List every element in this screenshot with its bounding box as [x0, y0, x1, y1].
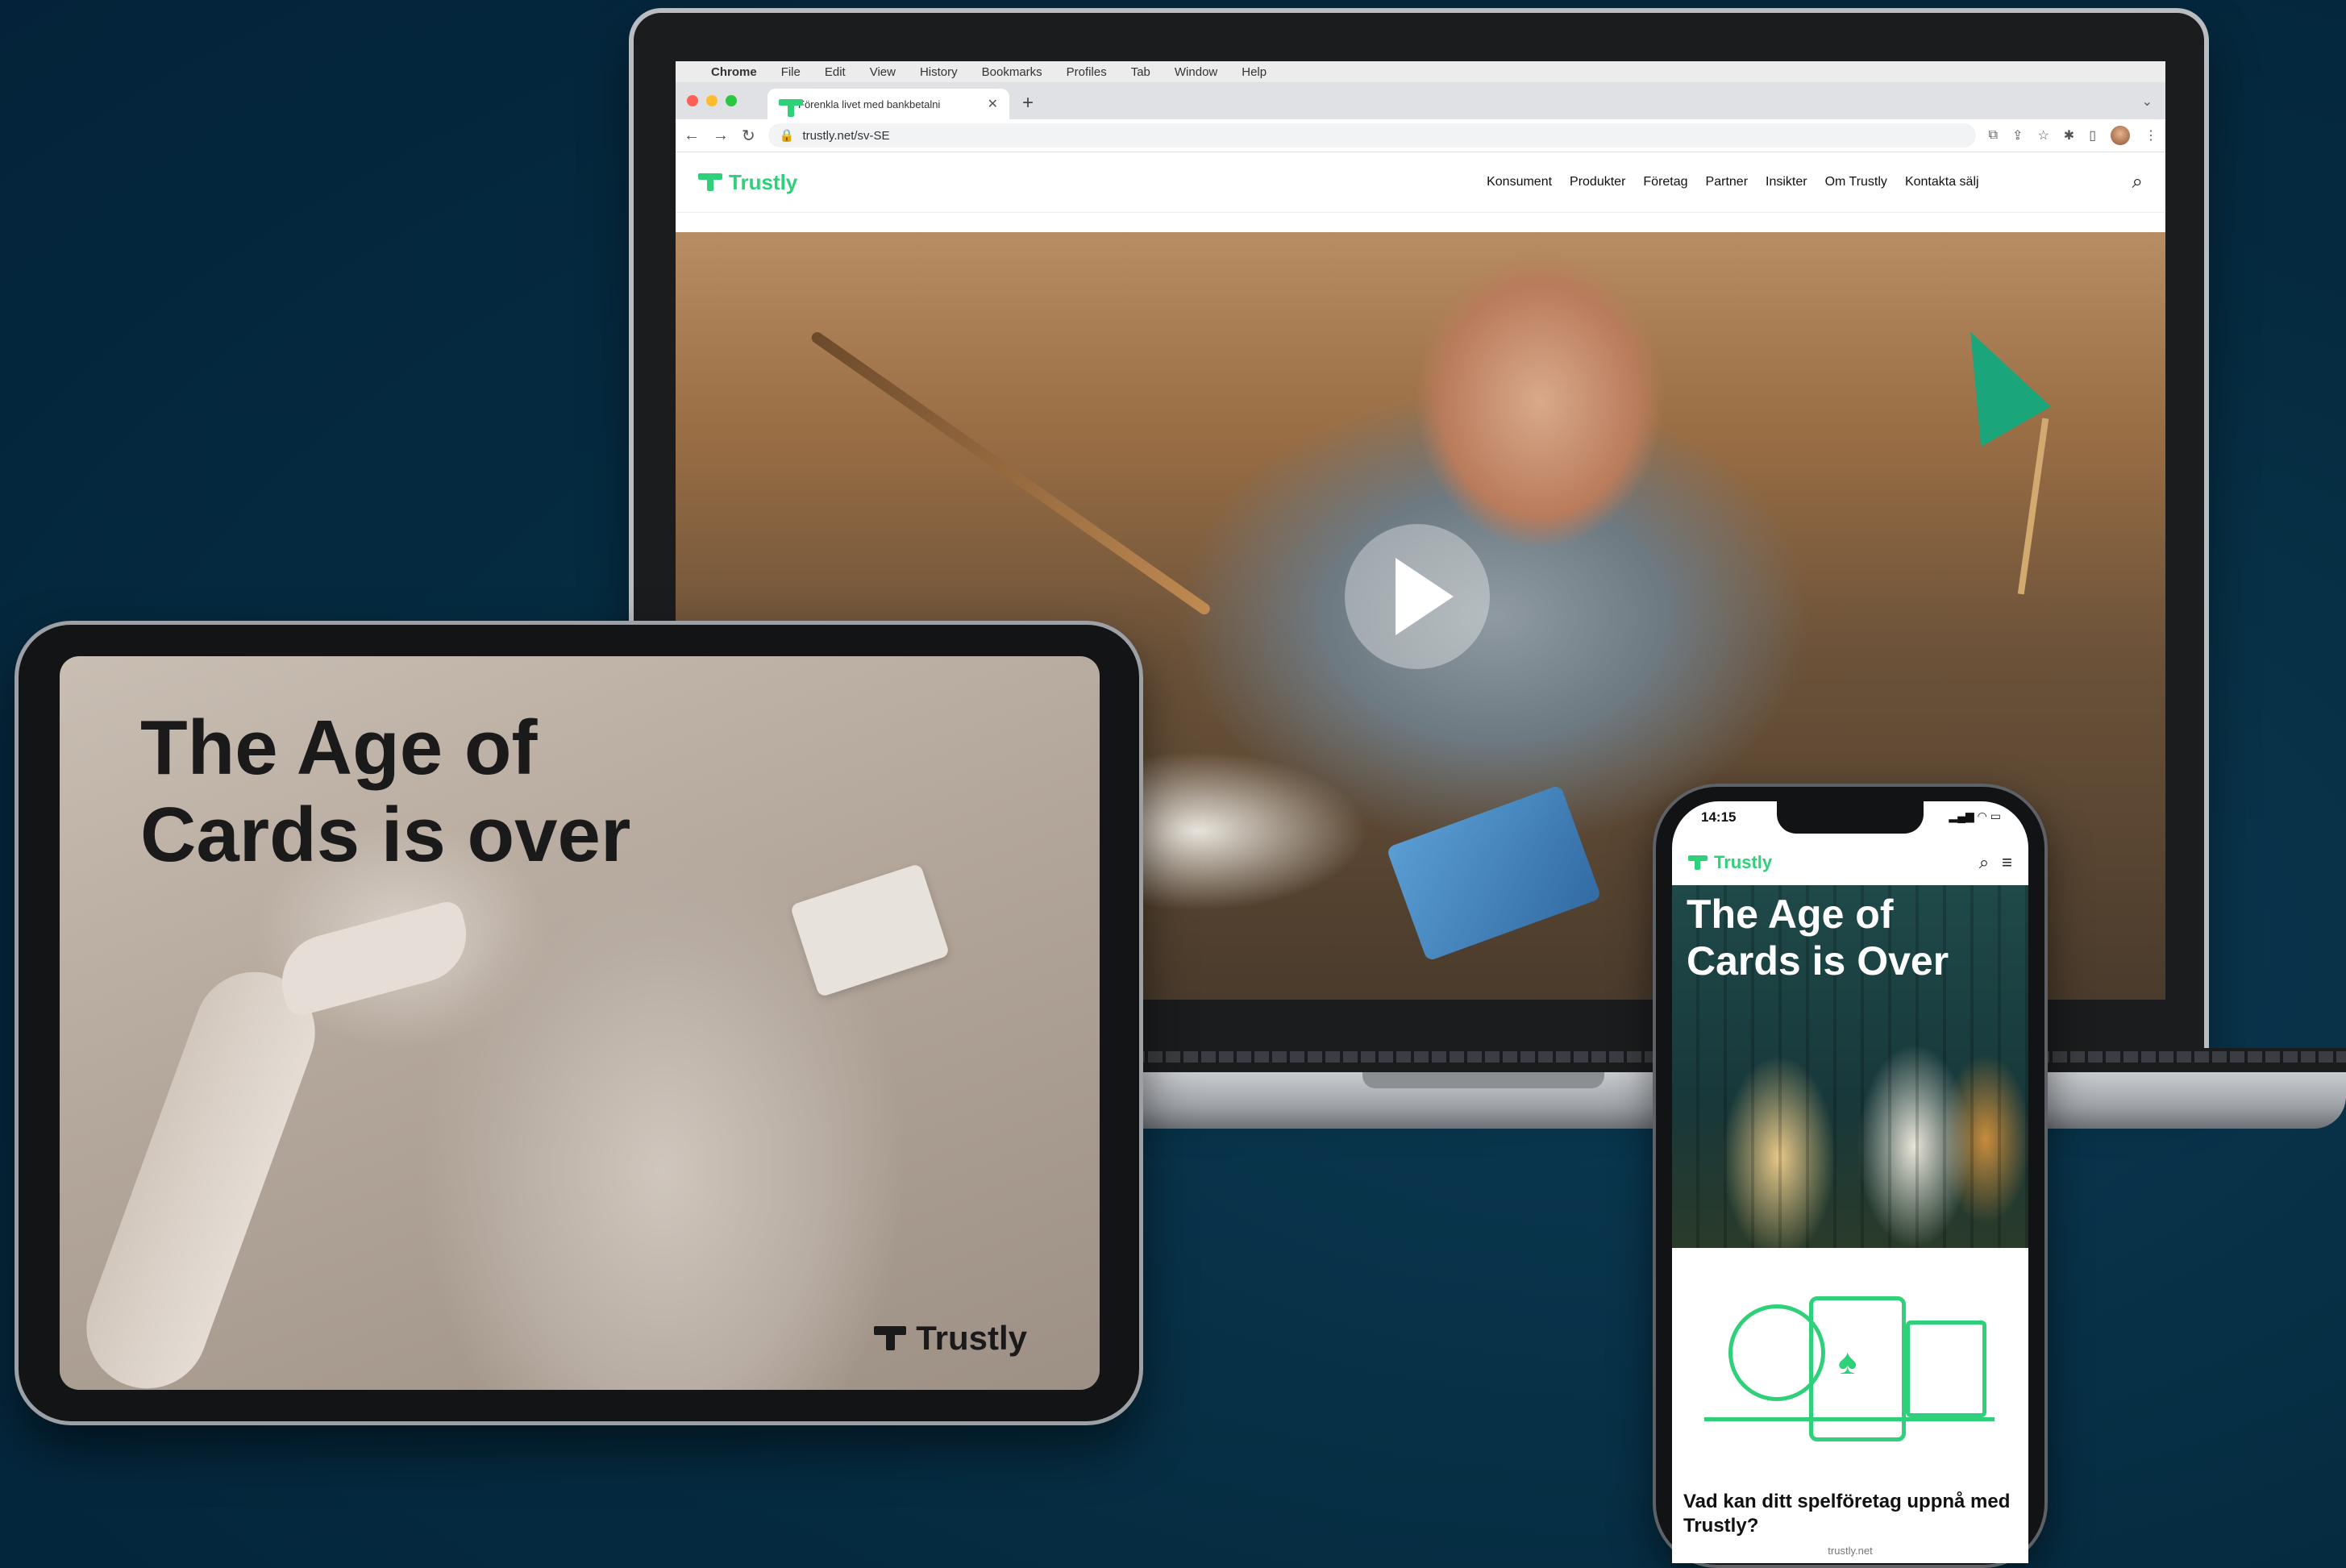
- tab-close-icon[interactable]: ✕: [988, 96, 998, 112]
- menu-view[interactable]: View: [870, 65, 896, 79]
- nav-foretag[interactable]: Företag: [1643, 175, 1687, 189]
- tablet-logo: Trustly: [874, 1319, 1027, 1358]
- phone-device: 14:15 ▂▄▆ ◠ ▭ Trustly ⌕ ≡ The Age of Car…: [1653, 784, 2048, 1568]
- lock-icon: 🔒: [779, 129, 795, 143]
- menu-history[interactable]: History: [920, 65, 958, 79]
- trustly-logo-icon: [698, 173, 722, 191]
- menu-profiles[interactable]: Profiles: [1067, 65, 1107, 79]
- share-icon[interactable]: ⇪: [2012, 127, 2023, 143]
- search-icon[interactable]: ⌕: [1979, 852, 1989, 873]
- nav-produkter[interactable]: Produkter: [1570, 175, 1625, 189]
- menu-help[interactable]: Help: [1242, 65, 1267, 79]
- tablet-logo-text: Trustly: [916, 1319, 1027, 1357]
- phone-url-bar: trustly.net: [1828, 1545, 1873, 1557]
- back-arrow-icon[interactable]: ←: [684, 127, 700, 145]
- trustly-logo-icon: [1688, 855, 1708, 870]
- phone-gaming-illustration: ♠: [1672, 1248, 2028, 1490]
- menu-edit[interactable]: Edit: [825, 65, 846, 79]
- phone-screen: 14:15 ▂▄▆ ◠ ▭ Trustly ⌕ ≡ The Age of Car…: [1672, 801, 2028, 1563]
- address-bar-row: ← → ↻ 🔒 trustly.net/sv-SE ⧉ ⇪ ☆ ✱ ▯ ⋮: [676, 119, 2165, 152]
- tab-title: Förenkla livet med bankbetalni: [798, 98, 941, 110]
- phone-logo-text: Trustly: [1714, 852, 1773, 872]
- forward-arrow-icon[interactable]: →: [713, 127, 729, 145]
- tablet-device: The Age of Cards is over Trustly: [15, 621, 1143, 1425]
- phone-status-icons: ▂▄▆ ◠ ▭: [1949, 809, 2001, 822]
- hero-brush-image: [809, 330, 1213, 617]
- phone-hero-banner[interactable]: The Age of Cards is Over: [1672, 885, 2028, 1248]
- browser-tab[interactable]: Förenkla livet med bankbetalni ✕: [767, 89, 1009, 119]
- phone-clock: 14:15: [1701, 809, 1737, 825]
- minimize-window-button[interactable]: [706, 95, 718, 106]
- window-controls: [687, 95, 737, 106]
- url-field[interactable]: 🔒 trustly.net/sv-SE: [767, 123, 1976, 148]
- illustration-machine-shape: [1906, 1321, 1986, 1417]
- illustration-baseline: [1704, 1417, 1995, 1421]
- maximize-window-button[interactable]: [726, 95, 737, 106]
- mac-menu-bar: Chrome File Edit View History Bookmarks …: [676, 61, 2165, 82]
- tablet-headline-line1: The Age of: [140, 705, 538, 791]
- url-text: trustly.net/sv-SE: [802, 128, 890, 143]
- menu-file[interactable]: File: [781, 65, 801, 79]
- tablet-headline-line2: Cards is over: [140, 791, 631, 878]
- nav-partner[interactable]: Partner: [1706, 175, 1748, 189]
- phone-article-title[interactable]: Vad kan ditt spelföretag uppnå med Trust…: [1683, 1490, 2022, 1538]
- site-header: Trustly Konsument Produkter Företag Part…: [676, 152, 2165, 213]
- phone-headline-line1: The Age of: [1687, 892, 1894, 937]
- nav-om-trustly[interactable]: Om Trustly: [1825, 175, 1887, 189]
- phone-headline-line2: Cards is Over: [1687, 938, 1949, 984]
- phone-headline: The Age of Cards is Over: [1687, 892, 1949, 984]
- menu-bookmarks[interactable]: Bookmarks: [982, 65, 1042, 79]
- menu-window[interactable]: Window: [1175, 65, 1217, 79]
- bookmark-star-icon[interactable]: ☆: [2037, 127, 2049, 143]
- browser-tab-strip: Förenkla livet med bankbetalni ✕ + ⌄: [676, 82, 2165, 119]
- nav-insikter[interactable]: Insikter: [1766, 175, 1807, 189]
- nav-konsument[interactable]: Konsument: [1487, 175, 1552, 189]
- menu-tab[interactable]: Tab: [1131, 65, 1150, 79]
- trustly-logo-icon: [874, 1326, 907, 1350]
- hero-flag-image: [1928, 315, 2051, 447]
- browser-menu-icon[interactable]: ⋮: [2144, 127, 2157, 143]
- new-tab-button[interactable]: +: [1022, 92, 1034, 114]
- phone-site-header: Trustly ⌕ ≡: [1672, 840, 2028, 885]
- hero-flag-stick-image: [2017, 418, 2049, 595]
- tab-search-chevron-icon[interactable]: ⌄: [2142, 94, 2153, 110]
- nav-kontakta-salj[interactable]: Kontakta sälj: [1905, 175, 1979, 189]
- site-logo[interactable]: Trustly: [698, 170, 797, 195]
- tablet-headline: The Age of Cards is over: [140, 705, 705, 878]
- site-logo-text: Trustly: [729, 169, 798, 194]
- search-icon[interactable]: ⌕: [2132, 171, 2143, 193]
- reload-icon[interactable]: ↻: [742, 126, 755, 146]
- phone-notch: [1777, 801, 1924, 834]
- tablet-screen: The Age of Cards is over Trustly: [60, 656, 1100, 1390]
- side-panel-icon[interactable]: ▯: [2089, 127, 2096, 143]
- profile-avatar[interactable]: [2111, 126, 2130, 145]
- toolbar-icons: ⧉ ⇪ ☆ ✱ ▯ ⋮: [1989, 126, 2157, 145]
- play-video-button[interactable]: [1345, 524, 1490, 669]
- statue-card-image: [789, 863, 950, 998]
- phone-nav-icons: ⌕ ≡: [1979, 852, 2012, 873]
- play-icon: [1396, 558, 1454, 635]
- site-nav: Konsument Produkter Företag Partner Insi…: [1487, 175, 1978, 189]
- spade-icon: ♠: [1838, 1342, 1857, 1382]
- hero-buried-card-image: [1386, 784, 1602, 962]
- menu-app-name[interactable]: Chrome: [711, 65, 757, 79]
- extensions-puzzle-icon[interactable]: ✱: [2064, 127, 2074, 143]
- statue-hand-image: [271, 898, 477, 1019]
- hamburger-menu-icon[interactable]: ≡: [2002, 852, 2012, 873]
- close-window-button[interactable]: [687, 95, 698, 106]
- phone-site-logo[interactable]: Trustly: [1688, 852, 1772, 873]
- translate-icon[interactable]: ⧉: [1989, 128, 1998, 143]
- tab-favicon-icon: [779, 99, 803, 117]
- statue-arm-image: [69, 955, 332, 1390]
